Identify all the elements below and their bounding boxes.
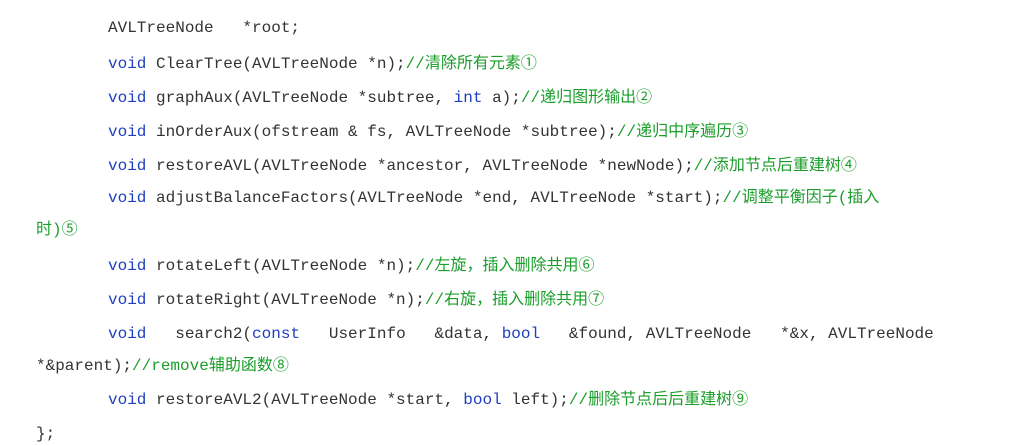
code-text: AVLTreeNode *root; [108, 19, 301, 37]
code-line: void restoreAVL(AVLTreeNode *ancestor, A… [108, 156, 857, 176]
code-line: void restoreAVL2(AVLTreeNode *start, boo… [108, 390, 748, 410]
code-keyword: void [108, 325, 147, 343]
code-text: inOrderAux(ofstream & fs, AVLTreeNode *s… [146, 123, 617, 141]
code-keyword: void [108, 123, 147, 141]
code-line: void adjustBalanceFactors(AVLTreeNode *e… [108, 188, 879, 208]
code-text: ClearTree(AVLTreeNode *n); [146, 55, 406, 73]
code-text: restoreAVL2(AVLTreeNode *start, [146, 391, 464, 409]
code-line: void ClearTree(AVLTreeNode *n);//清除所有元素① [108, 54, 537, 74]
code-text: adjustBalanceFactors(AVLTreeNode *end, A… [146, 189, 723, 207]
code-line: void rotateLeft(AVLTreeNode *n);//左旋，插入删… [108, 256, 594, 276]
code-text: graphAux(AVLTreeNode *subtree, [146, 89, 454, 107]
code-keyword: void [108, 257, 147, 275]
code-text: *&parent); [36, 357, 133, 375]
code-comment: //添加节点后重建树④ [693, 157, 857, 175]
code-comment: 时)⑤ [36, 221, 78, 239]
code-line: void search2(const UserInfo &data, bool … [108, 324, 934, 344]
code-comment: //递归图形输出② [520, 89, 653, 107]
code-keyword: bool [463, 391, 502, 409]
code-text: &found, AVLTreeNode *&x, AVLTreeNode [540, 325, 934, 343]
code-comment: //remove辅助函数⑧ [132, 357, 289, 375]
code-keyword: void [108, 391, 147, 409]
code-keyword: void [108, 189, 147, 207]
code-line: }; [36, 424, 55, 444]
code-keyword: void [108, 89, 147, 107]
code-line: void rotateRight(AVLTreeNode *n);//右旋，插入… [108, 290, 604, 310]
code-text: }; [36, 425, 56, 443]
code-comment: //左旋，插入删除共用⑥ [415, 257, 595, 275]
code-text: rotateRight(AVLTreeNode *n); [146, 291, 425, 309]
code-text: rotateLeft(AVLTreeNode *n); [146, 257, 416, 275]
code-text: a); [482, 89, 521, 107]
code-line: 时)⑤ [36, 220, 78, 240]
code-keyword: void [108, 55, 147, 73]
code-comment: //删除节点后后重建树⑨ [568, 391, 749, 409]
code-text: left); [501, 391, 569, 409]
code-comment: //调整平衡因子(插入 [722, 189, 880, 207]
code-comment: //清除所有元素① [405, 55, 537, 73]
code-block: AVLTreeNode *root; void ClearTree(AVLTre… [0, 0, 1026, 446]
code-keyword: void [108, 157, 147, 175]
code-text: search2( [146, 325, 253, 343]
code-line: void graphAux(AVLTreeNode *subtree, int … [108, 88, 652, 108]
code-keyword: bool [501, 325, 541, 343]
code-keyword: int [453, 89, 483, 107]
code-comment: //递归中序遍历③ [616, 123, 749, 141]
code-keyword: const [252, 325, 301, 343]
code-line: *&parent);//remove辅助函数⑧ [36, 356, 289, 376]
code-line: void inOrderAux(ofstream & fs, AVLTreeNo… [108, 122, 748, 142]
code-text: UserInfo &data, [300, 325, 502, 343]
code-text: restoreAVL(AVLTreeNode *ancestor, AVLTre… [146, 157, 694, 175]
code-keyword: void [108, 291, 147, 309]
code-comment: //右旋，插入删除共用⑦ [424, 291, 605, 309]
code-line: AVLTreeNode *root; [108, 18, 300, 38]
